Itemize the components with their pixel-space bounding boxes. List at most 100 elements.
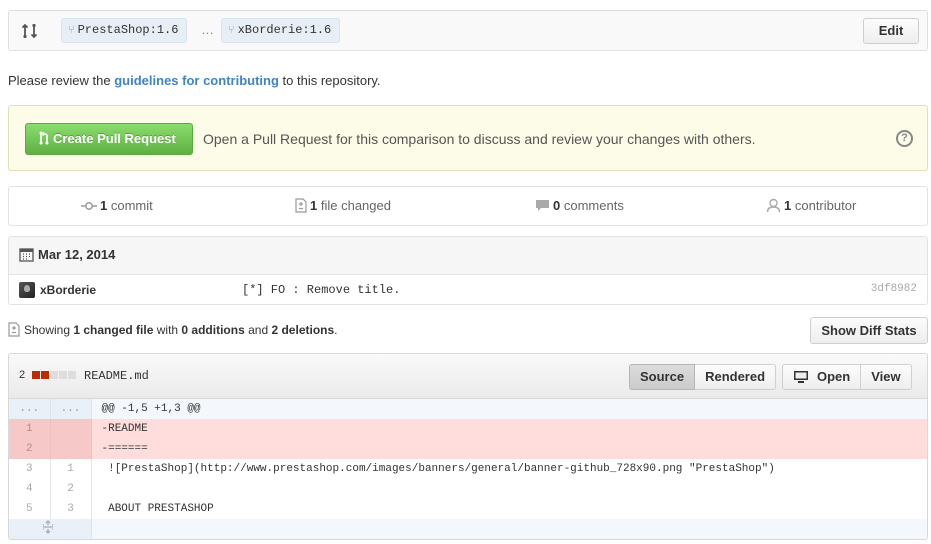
hunk-header-row: ... ... @@ -1,5 +1,3 @@ (9, 399, 927, 419)
comments-label: comments (563, 198, 624, 213)
unfold-icon (43, 520, 53, 534)
commits-label: commit (110, 198, 153, 213)
new-line-number[interactable]: 2 (50, 479, 92, 499)
avatar[interactable] (19, 282, 35, 298)
showing-prefix: Showing (24, 323, 74, 337)
base-branch-selector[interactable]: ⑂ PrestaShop:1.6 (61, 18, 188, 43)
notice-suffix: to this repository. (278, 73, 381, 88)
expand-cell[interactable] (9, 519, 92, 539)
comparison-summary: 1 commit 1 file changed 0 comments 1 con… (8, 186, 928, 226)
file-change-count: 2 (19, 369, 26, 381)
hunk-expand-right[interactable]: ... (50, 399, 92, 419)
file-header: 2 README.md Source Rendered Open View (9, 354, 927, 399)
deletion-block (32, 371, 40, 379)
diff-line-deletion: 2 -====== (9, 439, 927, 459)
commit-message-link[interactable]: [*] FO : Remove title. (242, 283, 400, 297)
contributors-label: contributor (794, 198, 857, 213)
diff-line-code: -====== (91, 439, 927, 459)
period-text: . (334, 323, 338, 337)
files-label: file changed (320, 198, 391, 213)
range-ellipsis: … (201, 22, 214, 37)
summary-contributors[interactable]: 1 contributor (766, 198, 856, 213)
with-text: with (153, 323, 182, 337)
commit-sha-link[interactable]: 3df8982 (871, 283, 917, 295)
hunk-header: @@ -1,5 +1,3 @@ (91, 399, 927, 419)
file-diff-icon (295, 198, 307, 213)
pull-request-icon (39, 131, 49, 145)
file-diff: 2 README.md Source Rendered Open View ..… (8, 353, 928, 540)
diff-stat-blocks (32, 371, 76, 379)
contributing-notice: Please review the guidelines for contrib… (8, 73, 381, 88)
comments-count: 0 (553, 198, 561, 213)
file-diff-icon (8, 322, 20, 337)
pull-request-prompt: Create Pull Request Open a Pull Request … (8, 105, 928, 171)
view-mode-toggle: Source Rendered (629, 364, 777, 390)
commit-author-link[interactable]: xBorderie (40, 283, 96, 297)
neutral-block (68, 371, 76, 379)
diff-table: ... ... @@ -1,5 +1,3 @@ 1 -README 2 -===… (9, 399, 927, 539)
commit-group-header: Mar 12, 2014 (9, 237, 927, 275)
contributors-count: 1 (784, 198, 792, 213)
diff-summary-text: Showing 1 changed file with 0 additions … (8, 322, 338, 337)
help-icon[interactable]: ? (896, 130, 913, 147)
old-line-number[interactable]: 1 (9, 419, 51, 439)
commit-icon (81, 202, 97, 210)
diff-line-code: -README (91, 419, 927, 439)
expand-filler (91, 519, 927, 539)
diff-line-code: ABOUT PRESTASHOP (91, 499, 927, 519)
calendar-icon (19, 248, 34, 262)
summary-commits[interactable]: 1 commit (81, 198, 153, 213)
neutral-block (59, 371, 67, 379)
comment-icon (536, 200, 549, 211)
view-file-button[interactable]: View (861, 364, 912, 390)
old-line-number[interactable]: 3 (9, 459, 51, 479)
new-line-number[interactable]: 1 (50, 459, 92, 479)
commit-group: Mar 12, 2014 xBorderie [*] FO : Remove t… (8, 236, 928, 305)
old-line-number[interactable]: 2 (9, 439, 51, 459)
compare-range-bar: ⑂ PrestaShop:1.6 … ⑂ xBorderie:1.6 Edit (8, 10, 928, 51)
open-label: Open (817, 369, 851, 384)
show-diff-stats-button[interactable]: Show Diff Stats (810, 317, 928, 344)
file-name[interactable]: README.md (84, 369, 149, 383)
pull-request-description: Open a Pull Request for this comparison … (203, 131, 756, 147)
new-line-number[interactable] (50, 419, 92, 439)
file-actions: Open View (782, 364, 912, 390)
diff-line-code (91, 479, 927, 499)
commits-count: 1 (100, 198, 108, 213)
files-count: 1 (310, 198, 318, 213)
deletions-count: 2 deletions (271, 323, 335, 337)
branch-icon: ⑂ (228, 25, 235, 37)
summary-files[interactable]: 1 file changed (295, 198, 391, 213)
contributing-guidelines-link[interactable]: guidelines for contributing (114, 73, 279, 88)
deletion-block (41, 371, 49, 379)
new-line-number[interactable]: 3 (50, 499, 92, 519)
changed-files-count: 1 changed file (73, 323, 154, 337)
commit-group-date: Mar 12, 2014 (38, 247, 116, 262)
diff-line-context: 4 2 (9, 479, 927, 499)
expand-row (9, 519, 927, 539)
hunk-expand-left[interactable]: ... (9, 399, 51, 419)
create-pull-request-button[interactable]: Create Pull Request (25, 123, 193, 155)
rendered-view-button[interactable]: Rendered (695, 364, 777, 390)
commit-row: xBorderie [*] FO : Remove title. 3df8982 (9, 275, 927, 304)
diff-line-context: 3 1 ![PrestaShop](http://www.prestashop.… (9, 459, 927, 479)
additions-count: 0 additions (181, 323, 245, 337)
summary-comments[interactable]: 0 comments (535, 198, 624, 213)
head-branch-selector[interactable]: ⑂ xBorderie:1.6 (221, 18, 341, 43)
diff-line-deletion: 1 -README (9, 419, 927, 439)
old-line-number[interactable]: 4 (9, 479, 51, 499)
diff-line-code: ![PrestaShop](http://www.prestashop.com/… (91, 459, 927, 479)
diff-line-context: 5 3 ABOUT PRESTASHOP (9, 499, 927, 519)
create-pull-request-label: Create Pull Request (53, 131, 176, 146)
branch-icon: ⑂ (68, 25, 75, 37)
and-text: and (244, 323, 272, 337)
base-branch-label: PrestaShop:1.6 (77, 23, 179, 37)
compare-icon (22, 23, 37, 39)
new-line-number[interactable] (50, 439, 92, 459)
edit-range-button[interactable]: Edit (863, 18, 919, 44)
open-desktop-button[interactable]: Open (782, 364, 862, 390)
old-line-number[interactable]: 5 (9, 499, 51, 519)
source-view-button[interactable]: Source (629, 364, 696, 390)
contributor-icon (766, 198, 781, 213)
notice-prefix: Please review the (8, 73, 115, 88)
